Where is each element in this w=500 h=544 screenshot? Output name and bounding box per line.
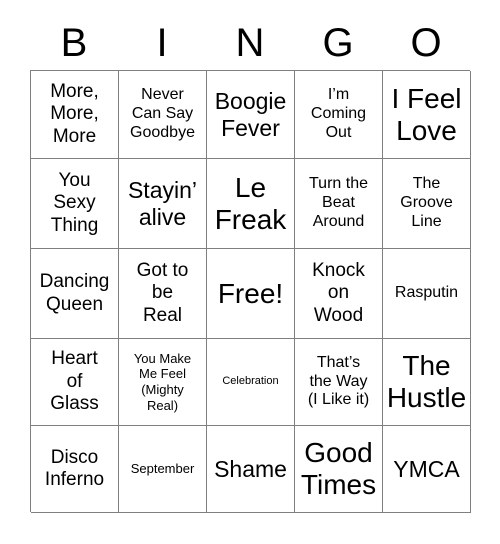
bingo-cell-label: The Groove Line xyxy=(400,175,453,230)
bingo-cell-label: Turn the Beat Around xyxy=(309,175,368,230)
bingo-cell-label: Good Times xyxy=(300,437,377,500)
bingo-cell-label: September xyxy=(130,461,195,477)
bingo-grid: More, More, More Never Can Say Goodbye B… xyxy=(30,70,471,513)
bingo-header-row: B I N G O xyxy=(30,16,470,70)
bingo-cell-i1[interactable]: Never Can Say Goodbye xyxy=(119,71,207,159)
bingo-header-letter-g: G xyxy=(322,21,354,65)
bingo-cell-g5[interactable]: Good Times xyxy=(295,426,383,513)
bingo-cell-label: Rasputin xyxy=(394,284,459,302)
bingo-cell-label: Boogie Fever xyxy=(214,87,287,141)
bingo-cell-label: You Sexy Thing xyxy=(50,169,99,236)
bingo-cell-label: Got to be Real xyxy=(136,259,189,326)
bingo-cell-g4[interactable]: That’s the Way (I Like it) xyxy=(295,339,383,426)
bingo-cell-label: Celebration xyxy=(222,375,279,388)
bingo-cell-b4[interactable]: Heart of Glass xyxy=(31,339,119,426)
bingo-cell-n5[interactable]: Shame xyxy=(207,426,295,513)
bingo-cell-i5[interactable]: September xyxy=(119,426,207,513)
bingo-cell-g1[interactable]: I’m Coming Out xyxy=(295,71,383,159)
bingo-cell-b1[interactable]: More, More, More xyxy=(31,71,119,159)
bingo-cell-i4[interactable]: You Make Me Feel (Mighty Real) xyxy=(119,339,207,426)
bingo-cell-label: I Feel Love xyxy=(391,82,462,146)
bingo-cell-label: Le Freak xyxy=(214,171,287,235)
bingo-cell-label: Dancing Queen xyxy=(39,271,110,315)
bingo-cell-g2[interactable]: Turn the Beat Around xyxy=(295,159,383,249)
bingo-cell-o3[interactable]: Rasputin xyxy=(383,249,471,339)
bingo-cell-label: The Hustle xyxy=(386,350,467,413)
bingo-cell-n4[interactable]: Celebration xyxy=(207,339,295,426)
bingo-cell-label: Free! xyxy=(217,277,284,309)
bingo-cell-label: Stayin’ alive xyxy=(127,176,198,230)
bingo-header-letter-b: B xyxy=(60,21,88,65)
bingo-cell-label: YMCA xyxy=(393,455,460,482)
bingo-header-letter-i: I xyxy=(156,21,168,65)
bingo-cell-o1[interactable]: I Feel Love xyxy=(383,71,471,159)
bingo-cell-i3[interactable]: Got to be Real xyxy=(119,249,207,339)
bingo-cell-label: I’m Coming Out xyxy=(310,86,367,141)
bingo-cell-b3[interactable]: Dancing Queen xyxy=(31,249,119,339)
bingo-cell-n1[interactable]: Boogie Fever xyxy=(207,71,295,159)
bingo-cell-b5[interactable]: Disco Inferno xyxy=(31,426,119,513)
bingo-cell-label: Disco Inferno xyxy=(44,446,105,490)
bingo-cell-i2[interactable]: Stayin’ alive xyxy=(119,159,207,249)
bingo-cell-label: That’s the Way (I Like it) xyxy=(307,353,370,409)
bingo-cell-label: Heart of Glass xyxy=(50,348,99,415)
bingo-header-letter-n: N xyxy=(235,21,265,65)
bingo-cell-o4[interactable]: The Hustle xyxy=(383,339,471,426)
bingo-cell-g3[interactable]: Knock on Wood xyxy=(295,249,383,339)
bingo-cell-label: More, More, More xyxy=(50,80,99,147)
bingo-cell-label: Knock on Wood xyxy=(312,259,365,326)
bingo-cell-label: Shame xyxy=(214,455,287,482)
bingo-card: B I N G O More, More, More Never Can Say… xyxy=(0,0,500,544)
bingo-cell-label: You Make Me Feel (Mighty Real) xyxy=(133,350,192,413)
bingo-cell-n3[interactable]: Free! xyxy=(207,249,295,339)
bingo-cell-b2[interactable]: You Sexy Thing xyxy=(31,159,119,249)
bingo-cell-o2[interactable]: The Groove Line xyxy=(383,159,471,249)
bingo-cell-n2[interactable]: Le Freak xyxy=(207,159,295,249)
bingo-cell-o5[interactable]: YMCA xyxy=(383,426,471,513)
bingo-cell-label: Never Can Say Goodbye xyxy=(130,86,195,141)
bingo-header-letter-o: O xyxy=(410,21,442,65)
